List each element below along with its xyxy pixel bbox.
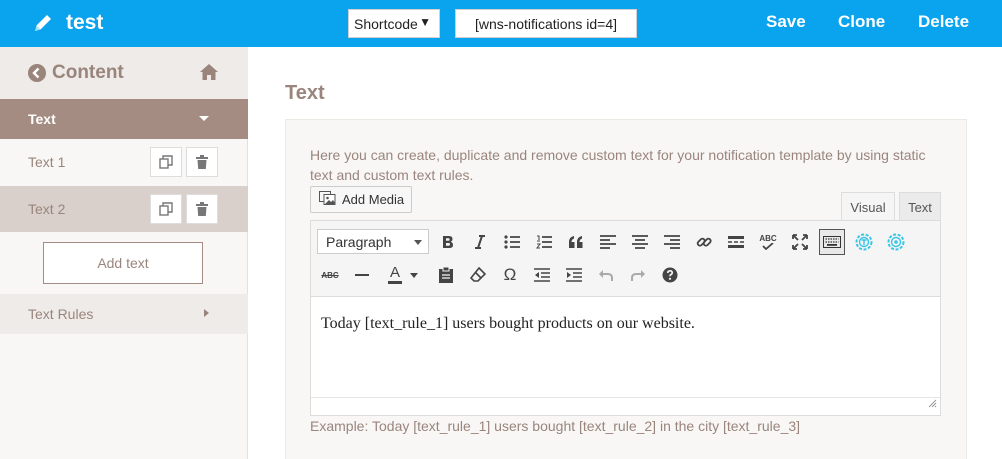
keyboard-icon — [823, 236, 841, 248]
bulleted-list-icon — [504, 235, 520, 249]
duplicate-button[interactable] — [150, 194, 182, 224]
paste-as-text-button[interactable] — [433, 262, 459, 288]
collapse-arrow-icon — [199, 116, 209, 121]
remove-button[interactable] — [186, 194, 218, 224]
numbered-list-icon — [536, 235, 552, 249]
help-icon — [662, 267, 678, 283]
strikethrough-button[interactable]: ABC — [317, 262, 343, 288]
bold-icon — [443, 236, 453, 248]
copy-icon — [159, 202, 173, 216]
indent-icon — [566, 268, 582, 282]
strikethrough-icon: ABC — [321, 270, 339, 280]
numbered-list-button[interactable] — [531, 229, 557, 255]
chevron-down-icon — [410, 272, 418, 278]
sidebar: Content Text Text 1 Text 2 Add text Text… — [0, 47, 248, 459]
page-title: Text — [285, 82, 325, 104]
sidebar-item-text-1[interactable]: Text 1 — [0, 139, 248, 185]
link-icon — [696, 237, 712, 247]
text-color-button[interactable]: A — [381, 262, 425, 288]
home-icon[interactable] — [199, 63, 219, 86]
teal-gear-icon — [855, 233, 873, 251]
example-hint: Example: Today [text_rule_1] users bough… — [310, 418, 801, 434]
dropdown-arrow-icon: ▼ — [419, 15, 431, 29]
plugin-button-2[interactable] — [883, 229, 909, 255]
clipboard-icon — [439, 267, 453, 283]
rich-text-editor: Paragraph ABC ABC A Ω Today [text_rule_1… — [310, 220, 941, 416]
resize-handle-icon[interactable] — [928, 395, 937, 413]
bulleted-list-button[interactable] — [499, 229, 525, 255]
read-more-button[interactable] — [723, 229, 749, 255]
sidebar-item-text-2[interactable]: Text 2 — [0, 186, 248, 232]
eraser-icon — [470, 267, 486, 282]
bold-button[interactable] — [435, 229, 461, 255]
horizontal-line-icon — [355, 274, 369, 276]
toolbar-toggle-button[interactable] — [819, 229, 845, 255]
save-button[interactable]: Save — [766, 12, 806, 32]
trash-icon — [196, 202, 208, 216]
editor-content[interactable]: Today [text_rule_1] users bought product… — [321, 315, 695, 333]
sidebar-header: Content — [0, 47, 248, 99]
redo-icon — [631, 270, 645, 281]
duplicate-button[interactable] — [150, 147, 182, 177]
align-left-button[interactable] — [595, 229, 621, 255]
undo-icon — [599, 270, 613, 281]
add-media-button[interactable]: Add Media — [310, 186, 412, 213]
panel-description: Here you can create, duplicate and remov… — [310, 147, 926, 183]
omega-icon: Ω — [503, 265, 517, 284]
copy-icon — [159, 155, 173, 169]
clear-formatting-button[interactable] — [465, 262, 491, 288]
sidebar-title[interactable]: Content — [52, 62, 124, 84]
spellcheck-button[interactable]: ABC — [755, 229, 781, 255]
chevron-down-icon — [414, 240, 422, 245]
italic-icon — [475, 235, 485, 249]
align-right-icon — [664, 235, 680, 249]
trash-icon — [196, 155, 208, 169]
indent-button[interactable] — [561, 262, 587, 288]
clone-button[interactable]: Clone — [838, 12, 885, 32]
undo-button[interactable] — [593, 262, 619, 288]
add-text-button[interactable]: Add text — [43, 242, 203, 284]
brand: test — [32, 9, 103, 37]
align-center-button[interactable] — [627, 229, 653, 255]
tab-text[interactable]: Text — [899, 192, 941, 221]
outdent-icon — [534, 268, 550, 282]
insert-link-button[interactable] — [691, 229, 717, 255]
italic-button[interactable] — [467, 229, 493, 255]
special-character-button[interactable]: Ω — [497, 262, 523, 288]
notification-title[interactable]: test — [66, 11, 103, 35]
align-center-icon — [632, 235, 648, 249]
align-right-button[interactable] — [659, 229, 685, 255]
spellcheck-icon: ABC — [759, 233, 777, 243]
blockquote-button[interactable] — [563, 229, 589, 255]
outdent-button[interactable] — [529, 262, 555, 288]
remove-button[interactable] — [186, 147, 218, 177]
text-color-icon: A — [388, 265, 402, 284]
quote-icon — [569, 236, 583, 248]
sidebar-section-text[interactable]: Text — [0, 99, 248, 139]
expand-arrow-icon — [204, 309, 209, 317]
tab-visual[interactable]: Visual — [841, 192, 895, 221]
sidebar-item-text-rules[interactable]: Text Rules — [0, 294, 248, 334]
horizontal-line-button[interactable] — [349, 262, 375, 288]
top-bar: test Shortcode ▼ [wns-notifications id=4… — [0, 0, 1002, 47]
plugin-button-1[interactable] — [851, 229, 877, 255]
shortcode-select[interactable]: Shortcode ▼ — [348, 9, 440, 38]
delete-button[interactable]: Delete — [918, 12, 969, 32]
redo-button[interactable] — [625, 262, 651, 288]
teal-gear-icon — [887, 233, 905, 251]
format-select[interactable]: Paragraph — [317, 229, 429, 254]
back-arrow-icon[interactable] — [28, 64, 46, 87]
fullscreen-button[interactable] — [787, 229, 813, 255]
pencil-icon[interactable] — [32, 12, 54, 34]
shortcode-field[interactable]: [wns-notifications id=4] — [455, 9, 637, 38]
editor-status-bar — [311, 397, 940, 415]
align-left-icon — [600, 235, 616, 249]
editor-toolbar: Paragraph ABC ABC A Ω — [311, 221, 940, 297]
media-icon — [319, 191, 337, 208]
read-more-icon — [728, 236, 744, 248]
fullscreen-icon — [792, 234, 808, 250]
help-button[interactable] — [657, 262, 683, 288]
